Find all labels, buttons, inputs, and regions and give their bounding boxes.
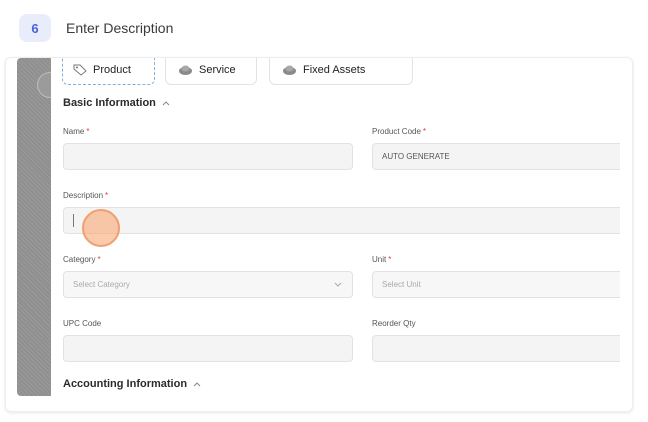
click-indicator [82,209,120,247]
product-tag-icon [73,64,87,76]
description-input[interactable] [63,207,620,234]
chevron-up-icon [193,381,201,387]
product-code-input[interactable]: AUTO GENERATE [372,143,620,170]
unit-select[interactable]: Select Unit [372,271,620,298]
category-select[interactable]: Select Category [63,271,353,298]
side-rail [17,58,63,396]
required-mark: * [388,255,392,264]
accounting-information-header[interactable]: Accounting Information [63,378,201,390]
category-label: Category * [63,255,101,264]
step-instruction: Enter Description [66,20,174,36]
reorder-qty-label: Reorder Qty [372,319,416,328]
tab-service-label: Service [199,64,236,76]
tab-product[interactable]: Product [62,58,155,85]
tab-product-label: Product [93,64,131,76]
chevron-down-icon [334,281,342,290]
description-label: Description * [63,191,109,200]
tab-service[interactable]: Service [165,58,257,85]
item-form: Product Service Fixed Assets Basic Infor… [51,58,620,396]
tab-fixed-assets[interactable]: Fixed Assets [269,58,413,85]
upc-code-input[interactable] [63,335,353,362]
step-header: 6 Enter Description [19,14,173,42]
name-input[interactable] [63,143,353,170]
required-mark: * [105,191,109,200]
basic-information-title: Basic Information [63,97,156,109]
unit-select-placeholder: Select Unit [382,280,421,289]
chevron-up-icon [162,100,170,106]
name-label: Name * [63,127,90,136]
text-cursor [73,214,74,227]
accounting-information-title: Accounting Information [63,378,188,390]
required-mark: * [86,127,90,136]
required-mark: * [97,255,101,264]
unit-label: Unit * [372,255,392,264]
tab-fixed-assets-label: Fixed Assets [303,64,366,76]
step-number-badge: 6 [19,14,51,42]
service-cloud-icon [178,65,193,76]
upc-code-label: UPC Code [63,319,102,328]
fixed-assets-cloud-icon [282,65,297,76]
basic-information-header[interactable]: Basic Information [63,97,170,109]
product-code-label: Product Code * [372,127,427,136]
reorder-qty-input[interactable] [372,335,620,362]
category-select-placeholder: Select Category [73,280,130,289]
required-mark: * [422,127,427,136]
